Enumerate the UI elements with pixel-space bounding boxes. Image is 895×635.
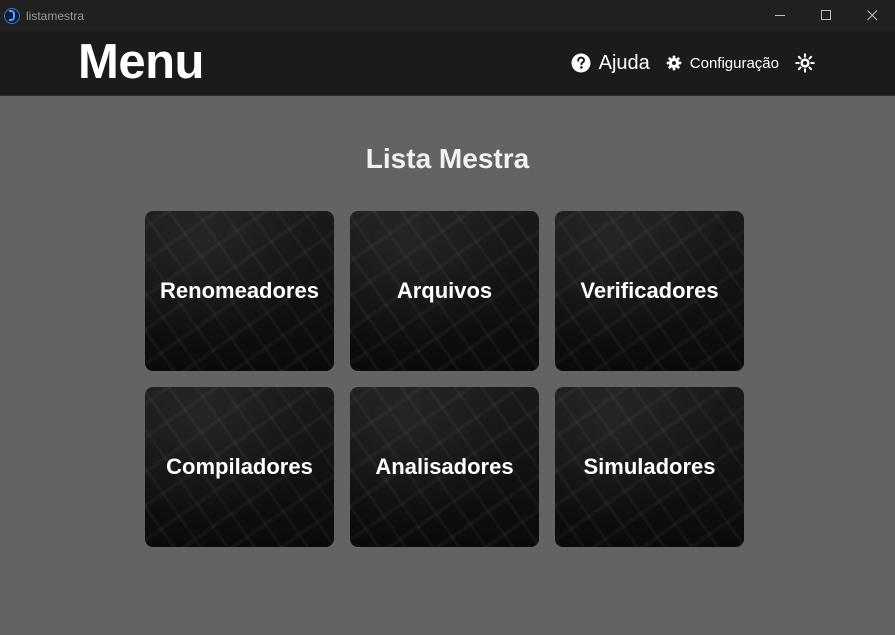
app-header: Menu Ajuda Configuração [0, 31, 895, 96]
card-renomeadores[interactable]: Renomeadores [145, 211, 334, 371]
card-label: Arquivos [396, 278, 493, 303]
card-compiladores[interactable]: Compiladores [145, 387, 334, 547]
settings-label: Configuração [689, 54, 779, 72]
window-controls [757, 0, 895, 31]
gear-icon [666, 55, 682, 71]
card-verificadores[interactable]: Verificadores [555, 211, 744, 371]
card-arquivos[interactable]: Arquivos [350, 211, 539, 371]
question-circle-icon [571, 53, 591, 73]
settings-button[interactable]: Configuração [666, 55, 779, 72]
maximize-icon [820, 10, 831, 20]
help-button[interactable]: Ajuda [571, 52, 650, 75]
window-title: listamestra [26, 8, 85, 23]
sun-icon [795, 53, 815, 73]
window-titlebar: listamestra [0, 0, 895, 31]
theme-toggle-button[interactable] [795, 53, 815, 73]
maximize-button[interactable] [803, 0, 849, 31]
close-button[interactable] [849, 0, 895, 31]
minimize-icon [774, 15, 785, 16]
card-simuladores[interactable]: Simuladores [555, 387, 744, 547]
card-label: Verificadores [580, 278, 719, 303]
help-label: Ajuda [598, 51, 650, 74]
header-actions: Ajuda Configuração [571, 31, 815, 95]
card-label: Renomeadores [160, 278, 319, 303]
card-label: Compiladores [166, 454, 313, 479]
section-heading: Lista Mestra [365, 143, 530, 174]
page-title: Menu [78, 35, 204, 89]
card-analisadores[interactable]: Analisadores [350, 387, 539, 547]
card-label: Analisadores [375, 454, 514, 479]
menu-grid: Renomeadores Arquivos Verificadores Comp… [145, 211, 744, 547]
minimize-button[interactable] [757, 0, 803, 31]
card-label: Simuladores [583, 454, 716, 479]
app-logo-icon [4, 7, 20, 24]
close-icon [866, 10, 877, 21]
